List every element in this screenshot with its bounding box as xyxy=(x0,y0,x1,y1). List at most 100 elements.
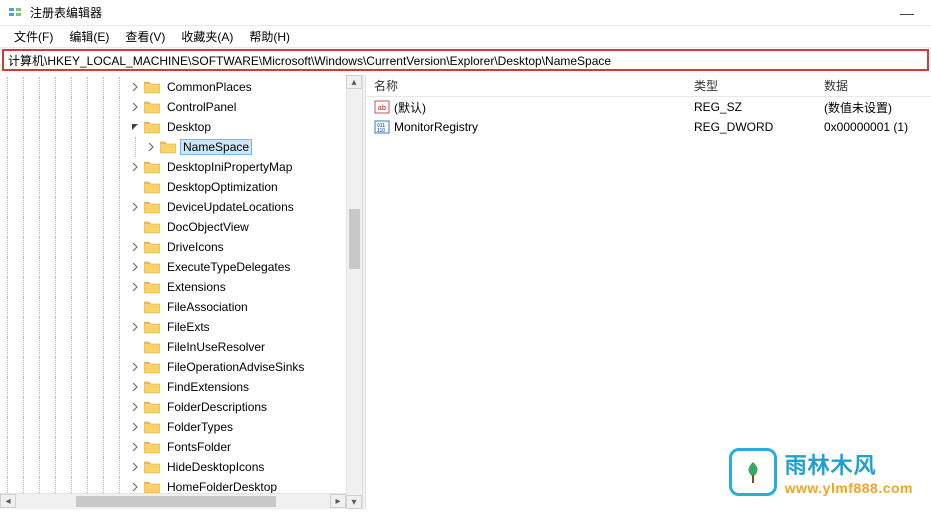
watermark: 雨林木风 www.ylmf888.com xyxy=(729,448,913,496)
titlebar: 注册表编辑器 — xyxy=(0,0,931,26)
tree-hscroll-thumb[interactable] xyxy=(76,496,276,507)
value-row[interactable]: 011110MonitorRegistryREG_DWORD0x00000001… xyxy=(366,117,931,137)
tree-hscroll: ◂ ▸ xyxy=(0,493,346,509)
menu-help[interactable]: 帮助(H) xyxy=(241,28,298,45)
tree-hscroll-right[interactable]: ▸ xyxy=(330,494,346,508)
value-data: 0x00000001 (1) xyxy=(816,120,931,134)
tree-item-findextensions[interactable]: FindExtensions xyxy=(0,377,362,397)
tree-label: FileInUseResolver xyxy=(164,339,268,355)
address-path: 计算机\HKEY_LOCAL_MACHINE\SOFTWARE\Microsof… xyxy=(8,52,611,69)
tree-panel: CommonPlaces ControlPanel Desktop NameSpace… xyxy=(0,75,362,509)
watermark-text: 雨林木风 www.ylmf888.com xyxy=(785,448,913,496)
value-name: (默认) xyxy=(394,99,426,116)
tree-label: Desktop xyxy=(164,119,214,135)
chevron-icon[interactable] xyxy=(128,423,142,431)
tree-item-foldertypes[interactable]: FolderTypes xyxy=(0,417,362,437)
tree-item-desktop[interactable]: Desktop xyxy=(0,117,362,137)
value-type: REG_SZ xyxy=(686,100,816,114)
tree-hscroll-left[interactable]: ◂ xyxy=(0,494,16,508)
chevron-icon[interactable] xyxy=(128,383,142,391)
tree-label: FolderDescriptions xyxy=(164,399,270,415)
watermark-icon xyxy=(729,448,777,496)
folder-icon xyxy=(144,260,160,274)
tree-label: DocObjectView xyxy=(164,219,252,235)
folder-icon xyxy=(144,200,160,214)
tree-hscroll-track[interactable] xyxy=(16,494,330,509)
tree-item-extensions[interactable]: Extensions xyxy=(0,277,362,297)
chevron-icon[interactable] xyxy=(128,363,142,371)
col-name[interactable]: 名称 xyxy=(366,77,686,94)
tree-label: DesktopIniPropertyMap xyxy=(164,159,295,175)
chevron-icon[interactable] xyxy=(128,443,142,451)
tree-label: DriveIcons xyxy=(164,239,227,255)
chevron-icon[interactable] xyxy=(128,283,142,291)
tree-item-commonplaces[interactable]: CommonPlaces xyxy=(0,77,362,97)
folder-icon xyxy=(144,100,160,114)
tree-item-executetypedelegates[interactable]: ExecuteTypeDelegates xyxy=(0,257,362,277)
folder-icon xyxy=(144,120,160,134)
menu-file[interactable]: 文件(F) xyxy=(6,28,61,45)
tree-item-fontsfolder[interactable]: FontsFolder xyxy=(0,437,362,457)
tree-item-docobjectview[interactable]: DocObjectView xyxy=(0,217,362,237)
tree-label: FileAssociation xyxy=(164,299,251,315)
chevron-icon[interactable] xyxy=(128,203,142,211)
chevron-icon[interactable] xyxy=(128,463,142,471)
tree-item-desktopoptimization[interactable]: DesktopOptimization xyxy=(0,177,362,197)
value-type: REG_DWORD xyxy=(686,120,816,134)
col-type[interactable]: 类型 xyxy=(686,77,816,94)
value-type-icon: ab xyxy=(374,99,390,115)
value-row[interactable]: ab(默认)REG_SZ(数值未设置) xyxy=(366,97,931,117)
regedit-icon xyxy=(8,5,24,21)
tree-label: Extensions xyxy=(164,279,229,295)
tree-item-hidedesktopicons[interactable]: HideDesktopIcons xyxy=(0,457,362,477)
tree-item-fileinuseresolver[interactable]: FileInUseResolver xyxy=(0,337,362,357)
tree-scrollbar[interactable] xyxy=(346,89,362,495)
tree-item-fileoperationadvisesinks[interactable]: FileOperationAdviseSinks xyxy=(0,357,362,377)
address-bar[interactable]: 计算机\HKEY_LOCAL_MACHINE\SOFTWARE\Microsof… xyxy=(2,49,929,71)
watermark-cn: 雨林木风 xyxy=(785,448,913,480)
tree-scroll-up[interactable]: ▴ xyxy=(346,75,362,89)
tree-item-fileexts[interactable]: FileExts xyxy=(0,317,362,337)
tree-item-namespace[interactable]: NameSpace xyxy=(0,137,362,157)
chevron-icon[interactable] xyxy=(144,143,158,151)
chevron-icon[interactable] xyxy=(128,103,142,111)
tree-item-controlpanel[interactable]: ControlPanel xyxy=(0,97,362,117)
folder-icon xyxy=(144,180,160,194)
tree-item-deviceupdatelocations[interactable]: DeviceUpdateLocations xyxy=(0,197,362,217)
chevron-icon[interactable] xyxy=(128,163,142,171)
tree-scroll-thumb[interactable] xyxy=(349,209,360,269)
chevron-icon[interactable] xyxy=(128,403,142,411)
window-title: 注册表编辑器 xyxy=(30,4,102,21)
chevron-icon[interactable] xyxy=(128,123,142,131)
folder-icon xyxy=(160,140,176,154)
tree-item-fileassociation[interactable]: FileAssociation xyxy=(0,297,362,317)
folder-icon xyxy=(144,460,160,474)
value-name: MonitorRegistry xyxy=(394,120,478,134)
tree-label: FontsFolder xyxy=(164,439,234,455)
menu-view[interactable]: 查看(V) xyxy=(117,28,173,45)
tree-label: ControlPanel xyxy=(164,99,239,115)
tree-item-driveicons[interactable]: DriveIcons xyxy=(0,237,362,257)
tree-label: FolderTypes xyxy=(164,419,236,435)
folder-icon xyxy=(144,440,160,454)
tree-label: FileOperationAdviseSinks xyxy=(164,359,307,375)
folder-icon xyxy=(144,320,160,334)
tree-scroll-down[interactable]: ▾ xyxy=(346,495,362,509)
chevron-icon[interactable] xyxy=(128,83,142,91)
menu-edit[interactable]: 编辑(E) xyxy=(61,28,117,45)
tree-label: HideDesktopIcons xyxy=(164,459,267,475)
menu-favorites[interactable]: 收藏夹(A) xyxy=(173,28,241,45)
tree-item-folderdescriptions[interactable]: FolderDescriptions xyxy=(0,397,362,417)
chevron-icon[interactable] xyxy=(128,243,142,251)
tree-label: CommonPlaces xyxy=(164,79,255,95)
tree-item-desktopinipropertymap[interactable]: DesktopIniPropertyMap xyxy=(0,157,362,177)
folder-icon xyxy=(144,420,160,434)
tree-label: FileExts xyxy=(164,319,213,335)
folder-icon xyxy=(144,360,160,374)
minimize-button[interactable]: — xyxy=(895,3,919,23)
chevron-icon[interactable] xyxy=(128,483,142,491)
chevron-icon[interactable] xyxy=(128,323,142,331)
chevron-icon[interactable] xyxy=(128,263,142,271)
folder-icon xyxy=(144,80,160,94)
col-data[interactable]: 数据 xyxy=(816,77,931,94)
